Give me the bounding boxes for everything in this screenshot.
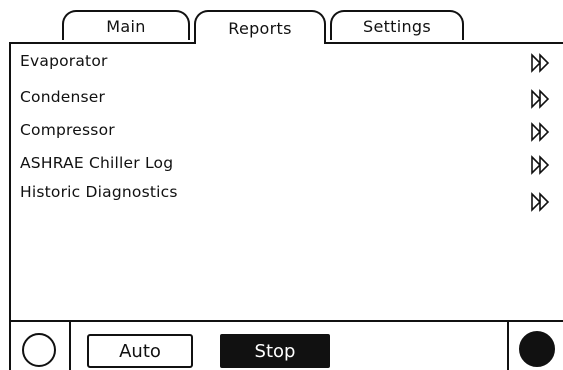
report-item-ashrae-chiller-log[interactable]: ASHRAE Chiller Log — [20, 154, 560, 178]
report-item-compressor[interactable]: Compressor — [20, 121, 560, 145]
report-label: Compressor — [20, 121, 115, 139]
active-tab-gap — [196, 41, 324, 45]
divider — [69, 322, 71, 370]
tab-settings[interactable]: Settings — [330, 10, 464, 40]
tab-label: Main — [106, 16, 146, 36]
report-label: Condenser — [20, 88, 106, 106]
report-label: Evaporator — [20, 52, 108, 70]
auto-button-label: Auto — [119, 340, 161, 362]
double-chevron-right-icon[interactable] — [530, 121, 552, 143]
tab-reports[interactable]: Reports — [194, 10, 326, 44]
reports-panel — [9, 42, 563, 320]
tab-label: Reports — [228, 18, 292, 38]
double-chevron-right-icon[interactable] — [530, 88, 552, 110]
divider — [507, 322, 509, 370]
double-chevron-right-icon[interactable] — [530, 191, 552, 213]
double-chevron-right-icon[interactable] — [530, 52, 552, 74]
auto-button[interactable]: Auto — [87, 334, 193, 368]
tab-label: Settings — [362, 16, 432, 36]
stop-button[interactable]: Stop — [220, 334, 330, 368]
report-item-evaporator[interactable]: Evaporator — [20, 52, 560, 76]
report-label: Historic Diagnostics — [20, 183, 178, 201]
report-item-historic-diagnostics[interactable]: Historic Diagnostics — [20, 183, 560, 212]
tab-main[interactable]: Main — [62, 10, 190, 40]
report-label: ASHRAE Chiller Log — [20, 154, 174, 172]
stop-button-label: Stop — [254, 340, 296, 362]
status-indicator-off-icon[interactable] — [22, 333, 56, 367]
report-item-condenser[interactable]: Condenser — [20, 88, 560, 112]
double-chevron-right-icon[interactable] — [530, 154, 552, 176]
status-indicator-on-icon[interactable] — [519, 331, 555, 367]
